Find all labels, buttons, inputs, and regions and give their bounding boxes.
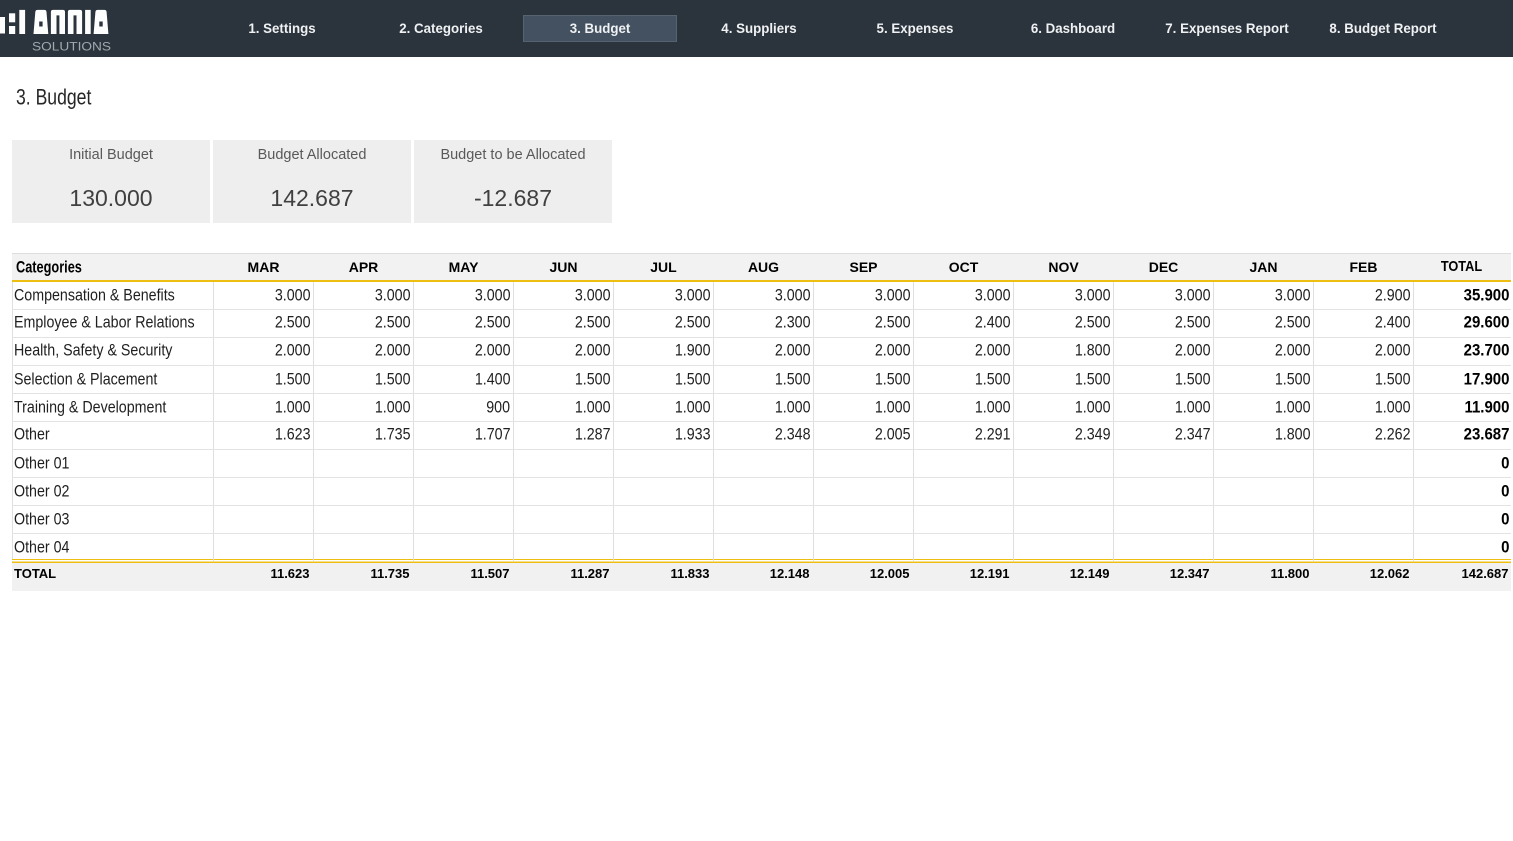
svg-text:SOLUTIONS: SOLUTIONS: [32, 42, 111, 54]
